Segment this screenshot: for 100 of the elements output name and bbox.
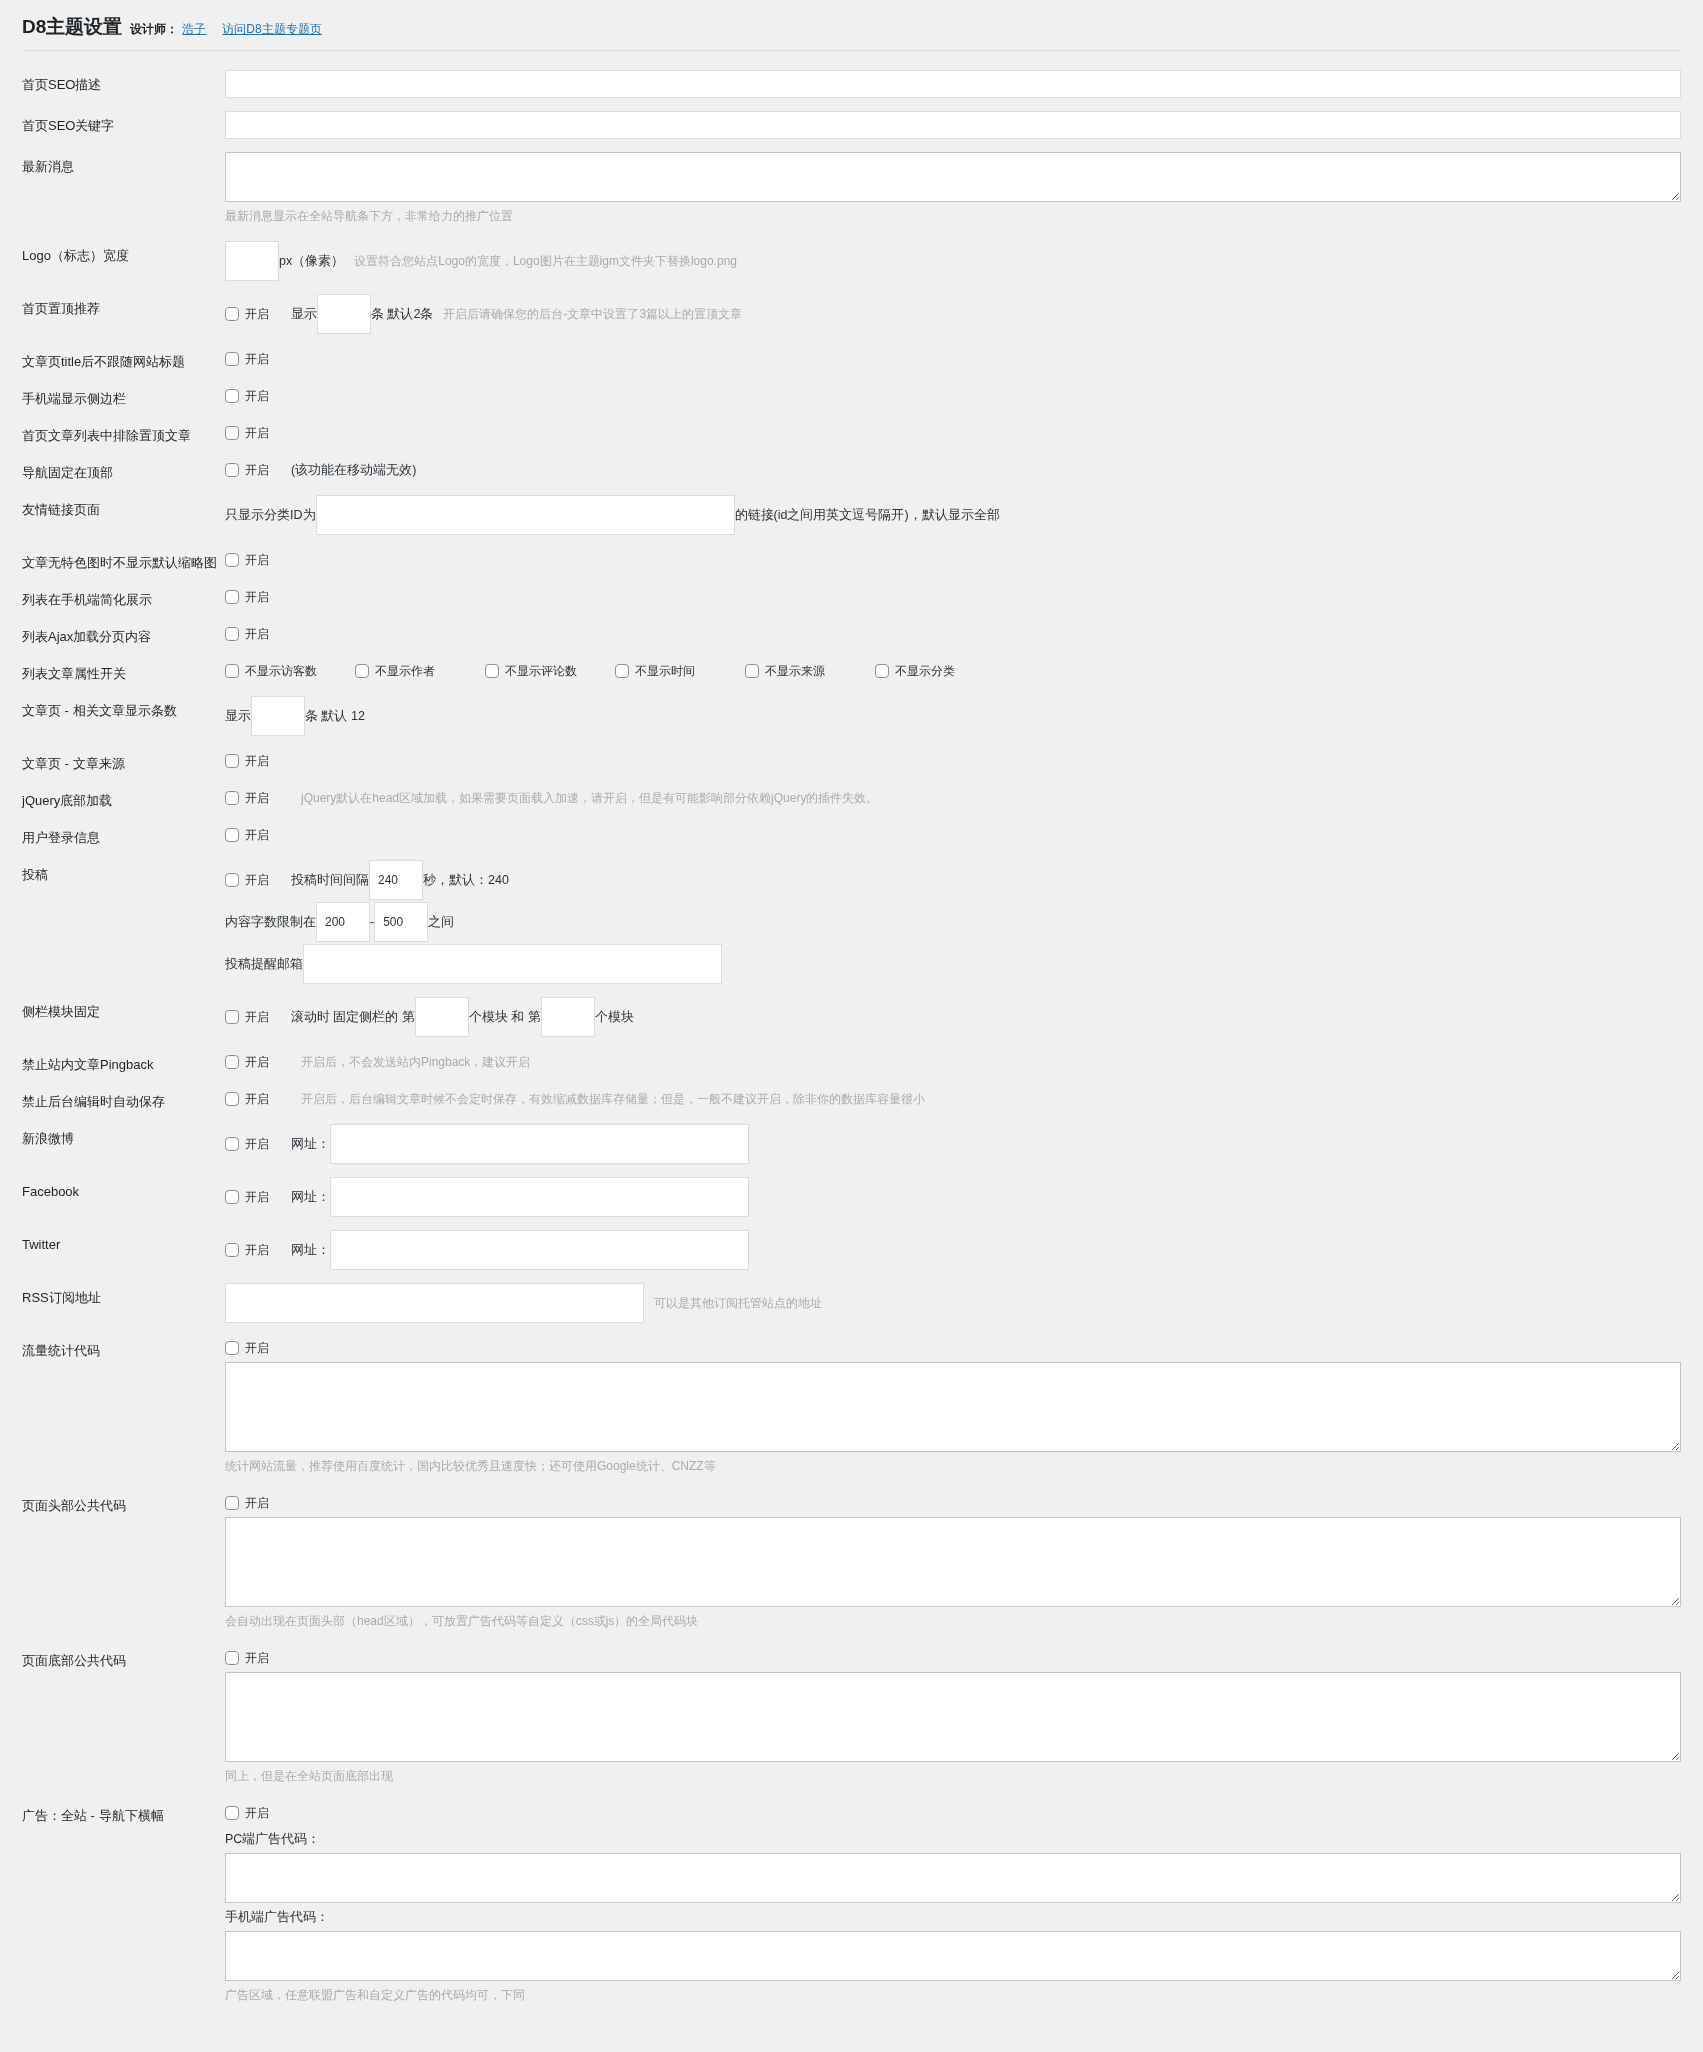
checkbox[interactable] xyxy=(225,791,239,805)
checkbox[interactable] xyxy=(225,553,239,567)
checkbox[interactable] xyxy=(225,1341,239,1355)
text-area[interactable] xyxy=(225,1362,1681,1452)
checkbox-label[interactable]: 不显示访客数 xyxy=(245,662,317,680)
link[interactable]: 访问D8主题专题页 xyxy=(222,21,322,38)
text-field[interactable] xyxy=(225,111,1681,139)
setting-label: 禁止后台编辑时自动保存 xyxy=(22,1093,166,1111)
text-field[interactable] xyxy=(330,1177,749,1217)
checkbox[interactable] xyxy=(225,1137,239,1151)
checkbox-label[interactable]: 开启 xyxy=(245,387,269,405)
checkbox-label[interactable]: 开启 xyxy=(245,1649,269,1667)
checkbox-label[interactable]: 开启 xyxy=(245,625,269,643)
checkbox[interactable] xyxy=(225,1010,239,1024)
checkbox-label[interactable]: 开启 xyxy=(245,752,269,770)
checkbox-label[interactable]: 不显示时间 xyxy=(635,662,695,680)
help-text: 可以是其他订阅托管站点的地址 xyxy=(654,1294,822,1312)
checkbox-label[interactable]: 开启 xyxy=(245,551,269,569)
checkbox-label[interactable]: 开启 xyxy=(245,424,269,442)
checkbox-label[interactable]: 开启 xyxy=(245,1339,269,1357)
setting-label: 禁止站内文章Pingback xyxy=(22,1056,155,1074)
setting-label: 首页文章列表中排除置顶文章 xyxy=(22,427,192,445)
number-field[interactable]: 500 xyxy=(374,902,429,942)
checkbox-label[interactable]: 开启 xyxy=(245,1053,269,1071)
number-field[interactable]: 240 xyxy=(369,860,423,900)
checkbox[interactable] xyxy=(225,389,239,403)
setting-label: 列表在手机端简化展示 xyxy=(22,591,153,609)
checkbox-label[interactable]: 不显示分类 xyxy=(895,662,955,680)
checkbox-label[interactable]: 开启 xyxy=(245,1008,269,1026)
checkbox[interactable] xyxy=(485,664,499,678)
designer-label: 设计师： xyxy=(130,21,179,38)
text-field[interactable] xyxy=(330,1230,749,1270)
number-field[interactable] xyxy=(317,294,371,334)
checkbox-label[interactable]: 开启 xyxy=(245,1135,269,1153)
text-field[interactable] xyxy=(315,495,735,535)
checkbox[interactable] xyxy=(225,1092,239,1106)
checkbox-label[interactable]: 不显示作者 xyxy=(375,662,435,680)
checkbox[interactable] xyxy=(225,352,239,366)
checkbox-label[interactable]: 不显示评论数 xyxy=(505,662,577,680)
setting-label: 流量统计代码 xyxy=(22,1342,101,1360)
checkbox[interactable] xyxy=(225,664,239,678)
setting-label: 首页SEO描述 xyxy=(22,76,103,94)
checkbox[interactable] xyxy=(875,664,889,678)
checkbox[interactable] xyxy=(225,754,239,768)
text-area[interactable] xyxy=(225,1931,1681,1981)
checkbox[interactable] xyxy=(225,1806,239,1820)
setting-label: 侧栏模块固定 xyxy=(22,1003,101,1021)
checkbox[interactable] xyxy=(615,664,629,678)
checkbox[interactable] xyxy=(225,1651,239,1665)
text-field[interactable] xyxy=(225,70,1681,98)
checkbox[interactable] xyxy=(225,627,239,641)
number-field[interactable] xyxy=(225,241,279,281)
text-area[interactable] xyxy=(225,1853,1681,1903)
checkbox[interactable] xyxy=(225,873,239,887)
checkbox-label[interactable]: 开启 xyxy=(245,1188,269,1206)
checkbox[interactable] xyxy=(225,590,239,604)
checkbox[interactable] xyxy=(355,664,369,678)
field-label: 显示 xyxy=(225,707,251,725)
text-area[interactable] xyxy=(225,152,1681,202)
checkbox[interactable] xyxy=(745,664,759,678)
text-area[interactable] xyxy=(225,1672,1681,1762)
field-label: px（像素） xyxy=(279,252,345,270)
checkbox[interactable] xyxy=(225,1496,239,1510)
field-label: 网址： xyxy=(291,1241,330,1259)
checkbox[interactable] xyxy=(225,307,239,321)
checkbox[interactable] xyxy=(225,1243,239,1257)
number-field[interactable]: 200 xyxy=(316,902,370,942)
setting-label: 导航固定在顶部 xyxy=(22,464,114,482)
checkbox[interactable] xyxy=(225,1055,239,1069)
checkbox-label[interactable]: 开启 xyxy=(245,1804,269,1822)
checkbox-label[interactable]: 开启 xyxy=(245,305,269,323)
checkbox[interactable] xyxy=(225,1190,239,1204)
checkbox[interactable] xyxy=(225,828,239,842)
link[interactable]: 浩子 xyxy=(182,21,207,38)
checkbox-label[interactable]: 开启 xyxy=(245,461,269,479)
text-field[interactable] xyxy=(330,1124,749,1164)
setting-label: 首页置顶推荐 xyxy=(22,300,101,318)
number-field[interactable] xyxy=(251,696,305,736)
field-label: 网址： xyxy=(291,1135,330,1153)
checkbox-label[interactable]: 开启 xyxy=(245,1494,269,1512)
setting-label: 页面底部公共代码 xyxy=(22,1652,127,1670)
setting-label: 首页SEO关键字 xyxy=(22,117,116,135)
checkbox[interactable] xyxy=(225,426,239,440)
field-label: 秒，默认：240 xyxy=(423,871,509,889)
checkbox-label[interactable]: 开启 xyxy=(245,588,269,606)
text-field[interactable] xyxy=(303,944,722,984)
checkbox[interactable] xyxy=(225,463,239,477)
text-area[interactable] xyxy=(225,1517,1681,1607)
checkbox-label[interactable]: 不显示来源 xyxy=(765,662,825,680)
text-field[interactable] xyxy=(225,1283,644,1323)
number-field[interactable] xyxy=(414,997,469,1037)
checkbox-label[interactable]: 开启 xyxy=(245,350,269,368)
checkbox-label[interactable]: 开启 xyxy=(245,826,269,844)
checkbox-label[interactable]: 开启 xyxy=(245,789,269,807)
setting-label: Twitter xyxy=(22,1236,62,1254)
checkbox-label[interactable]: 开启 xyxy=(245,1090,269,1108)
checkbox-label[interactable]: 开启 xyxy=(245,871,269,889)
checkbox-label[interactable]: 开启 xyxy=(245,1241,269,1259)
number-field[interactable] xyxy=(540,997,595,1037)
field-label: 的链接(id之间用英文逗号隔开)，默认显示全部 xyxy=(734,506,1000,524)
